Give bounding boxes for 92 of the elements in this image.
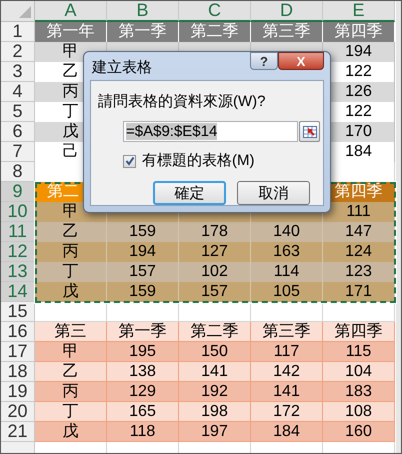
row-number[interactable]: 16 — [1, 322, 35, 342]
column-header[interactable]: A — [35, 1, 107, 22]
row-number[interactable]: 13 — [1, 262, 35, 282]
table-cell: 丁 — [35, 402, 107, 422]
table-cell: 123 — [323, 262, 395, 282]
table-cell: 194 — [323, 42, 395, 62]
table-cell: 104 — [323, 362, 395, 382]
table-cell: 165 — [107, 402, 179, 422]
range-select-icon — [302, 126, 316, 138]
row-number[interactable]: 3 — [1, 62, 35, 82]
dialog-button[interactable]: 取消 — [237, 181, 310, 205]
table-cell: 159 — [107, 222, 179, 242]
table-cell: 第三季 — [251, 22, 323, 42]
table-cell: 171 — [323, 282, 395, 302]
table-cell: 戊 — [35, 282, 107, 302]
row-number[interactable]: 20 — [1, 402, 35, 422]
table-cell: 150 — [179, 342, 251, 362]
table-cell: 乙 — [35, 222, 107, 242]
table-cell: 192 — [179, 382, 251, 402]
row-number[interactable]: 17 — [1, 342, 35, 362]
table-cell: 197 — [179, 422, 251, 442]
row-number[interactable]: 4 — [1, 82, 35, 102]
table-cell: 129 — [107, 382, 179, 402]
table-cell: 194 — [107, 242, 179, 262]
row-number[interactable]: 14 — [1, 282, 35, 302]
table-cell: 157 — [179, 282, 251, 302]
table-cell: 118 — [107, 422, 179, 442]
table-cell: 115 — [323, 342, 395, 362]
table-cell: 乙 — [35, 362, 107, 382]
table-cell: 195 — [107, 342, 179, 362]
table-cell: 甲 — [35, 342, 107, 362]
table-cell: 第二季 — [179, 322, 251, 342]
table-cell: 第一季 — [107, 322, 179, 342]
table-cell: 丙 — [35, 382, 107, 402]
table-cell: 108 — [323, 402, 395, 422]
column-header[interactable]: C — [179, 1, 251, 22]
table-cell: 142 — [251, 362, 323, 382]
column-header[interactable]: D — [251, 1, 323, 22]
table-cell: 172 — [251, 402, 323, 422]
row-number[interactable]: 11 — [1, 222, 35, 242]
checkbox-label: 有標題的表格(M) — [142, 152, 254, 170]
row-number[interactable]: 8 — [1, 162, 35, 182]
table-cell: 第一季 — [107, 22, 179, 42]
row-number[interactable]: 1 — [1, 22, 35, 42]
table-cell: 111 — [323, 202, 395, 222]
row-number[interactable]: 7 — [1, 142, 35, 162]
table-cell: 丙 — [35, 242, 107, 262]
table-cell: 198 — [179, 402, 251, 422]
row-number[interactable]: 6 — [1, 122, 35, 142]
table-cell: 141 — [179, 362, 251, 382]
header-checkbox[interactable] — [123, 154, 136, 168]
table-cell: 戊 — [35, 422, 107, 442]
table-cell: 第四季 — [323, 322, 395, 342]
row-number[interactable]: 9 — [1, 182, 35, 202]
row-number[interactable]: 21 — [1, 422, 35, 442]
table-cell: 105 — [251, 282, 323, 302]
row-number[interactable]: 19 — [1, 382, 35, 402]
table-cell: 157 — [107, 262, 179, 282]
table-cell: 丁 — [35, 262, 107, 282]
row-number[interactable]: 2 — [1, 42, 35, 62]
table-cell: 178 — [179, 222, 251, 242]
table-cell: 147 — [323, 222, 395, 242]
table-cell: 138 — [107, 362, 179, 382]
table-cell: 第二季 — [179, 22, 251, 42]
table-cell: 102 — [179, 262, 251, 282]
table-cell: 117 — [251, 342, 323, 362]
dialog-button[interactable]: 確定 — [153, 181, 226, 205]
table-cell: 第一年 — [35, 22, 107, 42]
table-cell: 第三 — [35, 322, 107, 342]
table-cell: 184 — [251, 422, 323, 442]
table-cell: 114 — [251, 262, 323, 282]
table-cell: 124 — [323, 242, 395, 262]
range-value: =$A$9:$E$14 — [126, 123, 218, 140]
row-number[interactable]: 10 — [1, 202, 35, 222]
help-button[interactable]: ? — [250, 52, 278, 70]
table-cell: 183 — [323, 382, 395, 402]
table-cell: 160 — [323, 422, 395, 442]
column-header[interactable]: E — [323, 1, 395, 22]
table-cell: 第四季 — [323, 22, 395, 42]
table-cell: 140 — [251, 222, 323, 242]
table-cell: 第三季 — [251, 322, 323, 342]
range-input-field[interactable]: =$A$9:$E$14 — [123, 121, 298, 142]
row-number[interactable]: 12 — [1, 242, 35, 262]
row-number[interactable]: 5 — [1, 102, 35, 122]
column-header[interactable]: B — [107, 1, 179, 22]
table-cell: 127 — [179, 242, 251, 262]
row-number[interactable]: 18 — [1, 362, 35, 382]
table-cell: 141 — [251, 382, 323, 402]
table-cell: 163 — [251, 242, 323, 262]
table-cell: 159 — [107, 282, 179, 302]
collapse-range-button[interactable] — [299, 121, 320, 142]
row-number[interactable]: 15 — [1, 302, 35, 322]
